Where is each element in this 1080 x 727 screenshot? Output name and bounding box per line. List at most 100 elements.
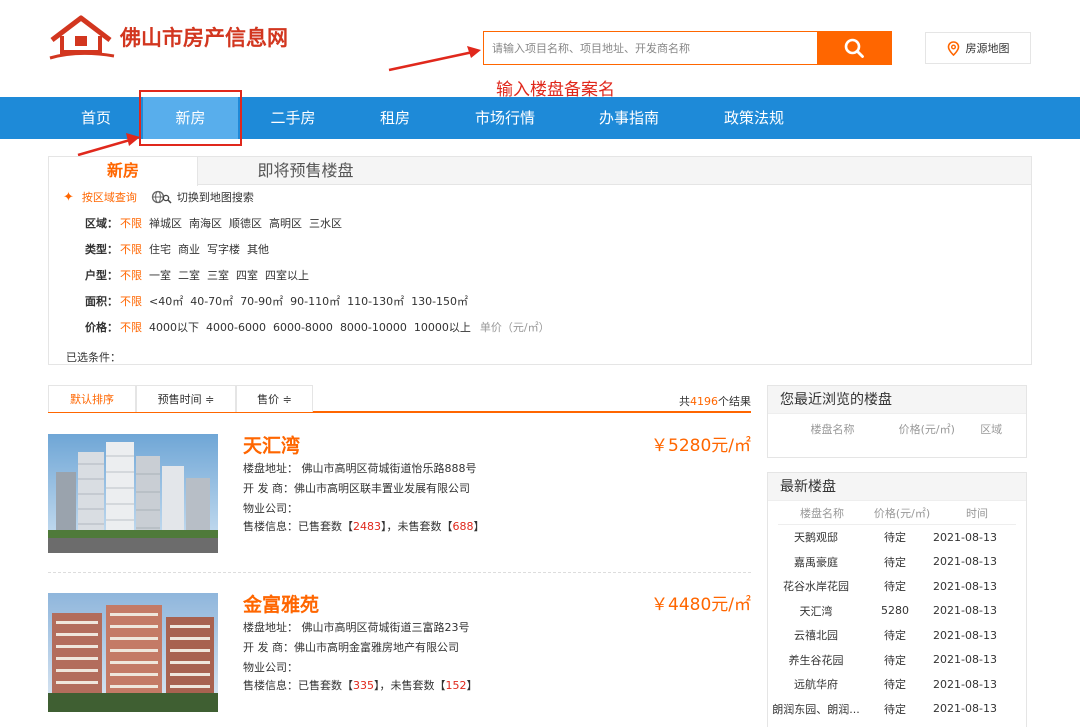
date-cell: 2021-08-13 [933, 530, 997, 544]
sales-mid: 】，未售套数【 [381, 520, 453, 533]
date-cell: 2021-08-13 [933, 653, 997, 667]
filter-option[interactable]: 110-130㎡ [347, 293, 404, 309]
listing-photo[interactable] [48, 593, 218, 712]
latest-listing-row[interactable]: 嘉禹豪庭 待定 2021-08-13 [768, 550, 1026, 575]
unsold-count: 152 [445, 679, 467, 692]
date-cell: 2021-08-13 [933, 579, 997, 593]
filter-option[interactable]: 顺德区 [229, 215, 262, 231]
filter-option[interactable]: 90-110㎡ [290, 293, 340, 309]
price-cell: 待定 [884, 531, 906, 545]
filter-option[interactable]: 住宅 [149, 241, 171, 257]
site-logo[interactable]: 佛山市房产信息网 [48, 14, 288, 60]
filter-option[interactable]: 4000-6000 [206, 321, 266, 334]
listing-name-cell[interactable]: 天汇湾 [768, 603, 864, 619]
filter-option[interactable]: 三水区 [309, 215, 342, 231]
price-cell: 5280 [881, 604, 909, 618]
filter-panel: 新房 即将预售楼盘 ✦ 按区域查询 切换到地图搜索 区域： 不限 禅城区 南海区… [48, 156, 1032, 365]
tab-upcoming-presale[interactable]: 即将预售楼盘 [198, 157, 413, 185]
listing-address: 楼盘地址： 佛山市高明区荷城街道怡乐路888号 [243, 460, 477, 476]
listing-name-cell[interactable]: 天鹅观邸 [768, 529, 864, 545]
mode-by-area[interactable]: 按区域查询 [82, 189, 137, 205]
tab-new-homes[interactable]: 新房 [49, 157, 198, 186]
address-label: 楼盘地址： [243, 621, 298, 634]
filter-option[interactable]: 四室 [236, 267, 258, 283]
filter-option[interactable]: 高明区 [269, 215, 302, 231]
filter-option[interactable]: 不限 [120, 241, 142, 257]
latest-listing-row[interactable]: 花谷水岸花园 待定 2021-08-13 [768, 574, 1026, 599]
filter-option[interactable]: 4000以下 [149, 319, 199, 335]
annotation-highlight-box [139, 90, 242, 146]
nav-item-market[interactable]: 市场行情 [462, 97, 548, 139]
filter-option[interactable]: 70-90㎡ [240, 293, 283, 309]
column-header: 区域 [980, 423, 1003, 436]
latest-listing-row[interactable]: 天鹅观邸 待定 2021-08-13 [768, 525, 1026, 550]
listing-name-cell[interactable]: 养生谷花园 [768, 652, 864, 668]
sort-default[interactable]: 默认排序 [48, 385, 136, 412]
column-header: 时间 [966, 506, 988, 520]
filter-option[interactable]: 一室 [149, 267, 171, 283]
sales-label: 售楼信息：已售套数【 [243, 679, 353, 692]
sort-bar: 默认排序 预售时间 ≑ 售价 ≑ 共4196个结果 [48, 385, 751, 413]
filter-option[interactable]: <40㎡ [149, 293, 183, 309]
filter-option[interactable]: 三室 [207, 267, 229, 283]
filter-option[interactable]: 40-70㎡ [190, 293, 233, 309]
listing-name-cell[interactable]: 云禧北园 [768, 627, 864, 643]
column-header: 楼盘名称 [800, 506, 844, 520]
nav-item-home[interactable]: 首页 [58, 97, 134, 139]
nav-item-policy[interactable]: 政策法规 [711, 97, 797, 139]
filter-option[interactable]: 禅城区 [149, 215, 182, 231]
nav-item-second-hand[interactable]: 二手房 [250, 97, 336, 139]
mode-map-search[interactable]: 切换到地图搜索 [177, 189, 254, 205]
price-unit: 元/㎡ [711, 436, 751, 456]
listing-price: ￥4480元/㎡ [651, 590, 751, 615]
site-header: 佛山市房产信息网 房源地图 输入楼盘备案名 [0, 0, 1080, 100]
listing-name-cell[interactable]: 朗润东园、朗润... [768, 701, 864, 717]
house-map-button[interactable]: 房源地图 [925, 32, 1031, 64]
filter-option[interactable]: 写字楼 [207, 241, 240, 257]
latest-listing-row[interactable]: 朗润东园、朗润... 待定 2021-08-13 [768, 697, 1026, 722]
sort-presale-time[interactable]: 预售时间 ≑ [136, 385, 236, 412]
filter-option[interactable]: 二室 [178, 267, 200, 283]
search-input[interactable] [484, 32, 817, 64]
map-pin-icon [947, 40, 959, 56]
globe-search-icon [151, 190, 172, 204]
listing-developer: 开 发 商：佛山市高明金富雅房地产有限公司 [243, 639, 459, 655]
listing-name[interactable]: 天汇湾 [243, 431, 300, 458]
filter-row-price: 价格： 不限 4000以下 4000-6000 6000-8000 8000-1… [85, 319, 550, 335]
filter-option[interactable]: 其他 [247, 241, 269, 257]
listing-name-cell[interactable]: 嘉禹豪庭 [768, 554, 864, 570]
selected-conditions: 已选条件： [66, 351, 121, 364]
filter-option[interactable]: 10000以上 [414, 319, 471, 335]
filter-option[interactable]: 商业 [178, 241, 200, 257]
price-value: ￥5280 [651, 436, 712, 456]
search-button[interactable] [817, 32, 891, 64]
filter-option[interactable]: 6000-8000 [273, 321, 333, 334]
listing-address: 楼盘地址： 佛山市高明区荷城街道三富路23号 [243, 619, 470, 635]
latest-listing-row[interactable]: 天汇湾 5280 2021-08-13 [768, 599, 1026, 624]
logo-text: 佛山市房产信息网 [120, 26, 288, 50]
filter-option[interactable]: 8000-10000 [340, 321, 407, 334]
listing-name-cell[interactable]: 远航华府 [768, 676, 864, 692]
nav-item-guide[interactable]: 办事指南 [586, 97, 672, 139]
nav-item-rent[interactable]: 租房 [360, 97, 430, 139]
recent-viewed-header: 楼盘名称 价格(元/㎡) 区域 [778, 417, 1016, 441]
filter-row-type: 类型： 不限 住宅 商业 写字楼 其他 [85, 241, 276, 257]
filter-option[interactable]: 不限 [120, 293, 142, 309]
recent-viewed-panel: 您最近浏览的楼盘 楼盘名称 价格(元/㎡) 区域 [767, 385, 1027, 458]
listing-photo[interactable] [48, 434, 218, 553]
sold-count: 335 [353, 679, 374, 692]
filter-option[interactable]: 不限 [120, 267, 142, 283]
filter-label: 区域： [85, 217, 118, 230]
filter-option[interactable]: 四室以上 [265, 267, 309, 283]
filter-option[interactable]: 不限 [120, 319, 142, 335]
price-value: ￥4480 [651, 595, 712, 615]
sort-price[interactable]: 售价 ≑ [236, 385, 313, 412]
latest-listing-row[interactable]: 养生谷花园 待定 2021-08-13 [768, 648, 1026, 673]
filter-option[interactable]: 南海区 [189, 215, 222, 231]
listing-name[interactable]: 金富雅苑 [243, 590, 319, 617]
filter-option[interactable]: 130-150㎡ [411, 293, 468, 309]
latest-listing-row[interactable]: 云禧北园 待定 2021-08-13 [768, 623, 1026, 648]
filter-option[interactable]: 不限 [120, 215, 142, 231]
latest-listing-row[interactable]: 远航华府 待定 2021-08-13 [768, 672, 1026, 697]
listing-name-cell[interactable]: 花谷水岸花园 [768, 578, 864, 594]
